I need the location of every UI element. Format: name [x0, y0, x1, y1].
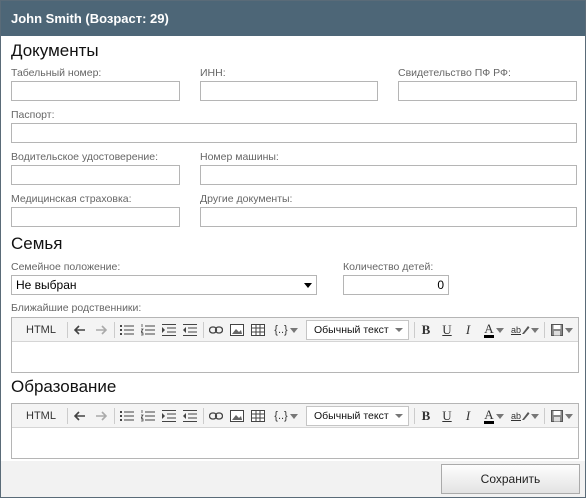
highlight-icon: ab [510, 325, 521, 335]
marital-status-label: Семейное положение: [11, 261, 121, 273]
format-select[interactable]: Обычный текст [306, 406, 409, 426]
save-content-button[interactable] [548, 320, 576, 340]
window-title: John Smith (Возраст: 29) [1, 1, 585, 36]
tab-number-label: Табельный номер: [11, 67, 102, 79]
floppy-icon [551, 410, 563, 422]
format-select-value: Обычный текст [314, 410, 389, 422]
dropdown-arrow-icon [395, 414, 403, 418]
outdent-icon[interactable] [182, 406, 198, 426]
source-code-button[interactable]: {..} [271, 406, 301, 426]
section-title-education: Образование [11, 377, 117, 396]
highlight-icon: ab [510, 411, 521, 421]
dropdown-arrow-icon [395, 328, 403, 332]
relatives-label: Ближайшие родственники: [11, 302, 142, 314]
link-icon[interactable] [208, 320, 224, 340]
education-editor-toolbar: HTML {..} Обычный текст B U I A ab [12, 404, 578, 428]
indent-icon[interactable] [161, 320, 177, 340]
education-editor-body[interactable] [12, 428, 578, 458]
car-number-label: Номер машины: [200, 151, 279, 163]
undo-icon[interactable] [72, 320, 88, 340]
passport-label: Паспорт: [11, 109, 55, 121]
link-icon[interactable] [208, 406, 224, 426]
source-code-button[interactable]: {..} [271, 320, 301, 340]
outdent-icon[interactable] [182, 320, 198, 340]
indent-icon[interactable] [161, 406, 177, 426]
save-content-button[interactable] [548, 406, 576, 426]
html-mode-button[interactable]: HTML [20, 406, 62, 426]
relatives-editor-body[interactable] [12, 342, 578, 372]
driver-license-label: Водительское удостоверение: [11, 151, 158, 163]
save-button[interactable]: Сохранить [441, 464, 580, 494]
image-icon[interactable] [229, 406, 245, 426]
bullet-list-icon[interactable] [119, 406, 135, 426]
bold-icon[interactable]: B [418, 406, 434, 426]
redo-icon[interactable] [93, 320, 109, 340]
inn-label: ИНН: [200, 67, 226, 79]
dropdown-arrow-icon [304, 283, 312, 288]
numbered-list-icon[interactable] [140, 406, 156, 426]
marital-status-value: Не выбран [16, 278, 77, 292]
section-title-documents: Документы [11, 41, 99, 60]
underline-icon[interactable]: U [439, 320, 455, 340]
italic-icon[interactable]: I [460, 320, 476, 340]
employee-window: John Smith (Возраст: 29) Документы Табел… [0, 0, 586, 498]
format-select-value: Обычный текст [314, 324, 389, 336]
table-icon[interactable] [250, 406, 266, 426]
education-editor: HTML {..} Обычный текст B U I A ab [11, 403, 579, 459]
font-color-icon: A [484, 406, 494, 424]
insurance-input[interactable] [11, 207, 180, 227]
underline-icon[interactable]: U [439, 406, 455, 426]
html-mode-button[interactable]: HTML [20, 320, 62, 340]
other-docs-input[interactable] [200, 207, 577, 227]
redo-icon[interactable] [93, 406, 109, 426]
relatives-editor-toolbar: HTML {..} Обычный текст B U I A ab [12, 318, 578, 342]
font-color-button[interactable]: A [480, 406, 508, 426]
font-color-icon: A [484, 320, 494, 338]
bold-icon[interactable]: B [418, 320, 434, 340]
pf-certificate-label: Свидетельство ПФ РФ: [398, 67, 511, 79]
bullet-list-icon[interactable] [119, 320, 135, 340]
passport-input[interactable] [11, 123, 577, 143]
source-code-icon: {..} [274, 324, 288, 336]
highlight-button[interactable]: ab [510, 406, 540, 426]
highlight-button[interactable]: ab [510, 320, 540, 340]
undo-icon[interactable] [72, 406, 88, 426]
other-docs-label: Другие документы: [200, 193, 293, 205]
form-content: Документы Табельный номер: ИНН: Свидетел… [1, 36, 585, 461]
insurance-label: Медицинская страховка: [11, 193, 132, 205]
driver-license-input[interactable] [11, 165, 180, 185]
car-number-input[interactable] [200, 165, 577, 185]
children-count-label: Количество детей: [343, 261, 434, 273]
font-color-button[interactable]: A [480, 320, 508, 340]
format-select[interactable]: Обычный текст [306, 320, 409, 340]
pf-certificate-input[interactable] [398, 81, 577, 101]
section-title-family: Семья [11, 234, 63, 253]
image-icon[interactable] [229, 320, 245, 340]
table-icon[interactable] [250, 320, 266, 340]
tab-number-input[interactable] [11, 81, 180, 101]
source-code-icon: {..} [274, 410, 288, 422]
marital-status-select[interactable]: Не выбран [11, 275, 317, 295]
italic-icon[interactable]: I [460, 406, 476, 426]
relatives-editor: HTML {..} Обычный текст B U I A ab [11, 317, 579, 373]
numbered-list-icon[interactable] [140, 320, 156, 340]
floppy-icon [551, 324, 563, 336]
inn-input[interactable] [200, 81, 378, 101]
children-count-input[interactable] [343, 275, 449, 295]
